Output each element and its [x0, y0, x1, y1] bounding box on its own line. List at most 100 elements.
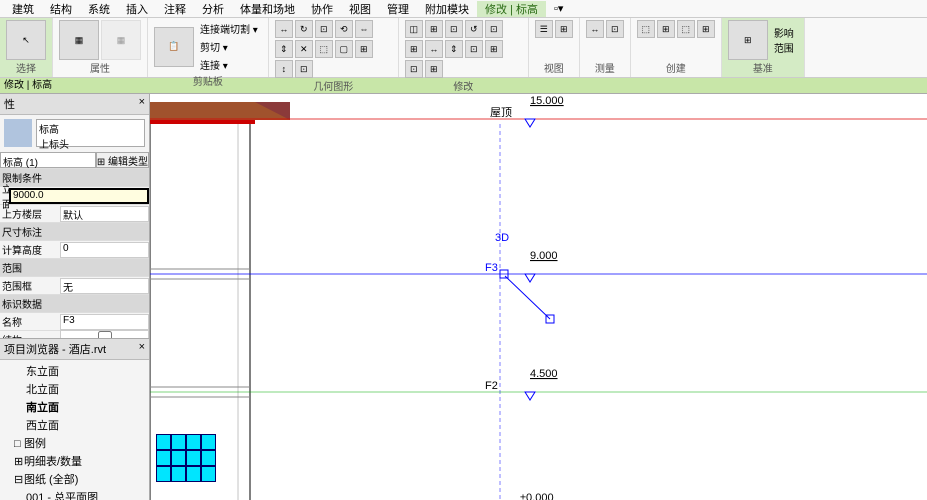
- menu-item[interactable]: 体量和场地: [232, 1, 303, 17]
- tool-icon[interactable]: ↔: [275, 20, 293, 38]
- tool-icon[interactable]: ⇕: [445, 40, 463, 58]
- menu-item[interactable]: 系统: [80, 1, 118, 17]
- tool-icon[interactable]: ⊞: [697, 20, 715, 38]
- properties-icon[interactable]: ▦: [59, 20, 99, 60]
- menu-item[interactable]: 视图: [341, 1, 379, 17]
- tool-icon[interactable]: ⇕: [275, 40, 293, 58]
- tool-icon[interactable]: ⊡: [315, 20, 333, 38]
- cut-button[interactable]: 剪切 ▾: [196, 38, 262, 55]
- ribbon-group-properties: ▦ ▦ 属性: [53, 18, 148, 77]
- paste-icon[interactable]: 📋: [154, 27, 194, 67]
- legend-preview[interactable]: [156, 434, 216, 482]
- tool-icon[interactable]: ▢: [335, 40, 353, 58]
- ribbon-label: 剪贴板: [154, 73, 262, 88]
- tool-icon[interactable]: ☰: [535, 20, 553, 38]
- tree-item[interactable]: 001 - 总平面图: [2, 488, 147, 500]
- tool-icon[interactable]: ⊞: [657, 20, 675, 38]
- tree-item-active[interactable]: 南立面: [2, 398, 147, 416]
- menu-item[interactable]: 建筑: [4, 1, 42, 17]
- menu-item[interactable]: 附加模块: [417, 1, 477, 17]
- ribbon-label: 创建: [637, 60, 715, 75]
- menu-item[interactable]: 管理: [379, 1, 417, 17]
- properties-title-bar[interactable]: 性 ×: [0, 94, 149, 115]
- level-3d-toggle[interactable]: 3D: [495, 232, 509, 244]
- elevation-input[interactable]: [9, 188, 149, 204]
- menu-item[interactable]: 分析: [194, 1, 232, 17]
- ribbon-group-view: ☰ ⊞ 视图: [529, 18, 580, 77]
- prop-label: 名称: [0, 314, 60, 329]
- tool-icon[interactable]: ⊞: [555, 20, 573, 38]
- menu-item[interactable]: 协作: [303, 1, 341, 17]
- tool-icon[interactable]: ↻: [295, 20, 313, 38]
- close-icon[interactable]: ×: [139, 96, 145, 112]
- tree-item[interactable]: 东立面: [2, 362, 147, 380]
- tool-icon[interactable]: ↕: [275, 60, 293, 78]
- ribbon-label: 修改: [405, 78, 522, 93]
- expand-icon[interactable]: ⊟: [14, 473, 24, 486]
- ribbon-group-measure: ↔ ⊡ 测量: [580, 18, 631, 77]
- ribbon-group-modify: ◫ ⊞ ⊡ ↺ ⊡ ⊞ ↔ ⇕ ⊡ ⊞ ⊡ ⊞ 修改: [399, 18, 529, 77]
- menu-item-active[interactable]: 修改 | 标高: [477, 1, 546, 17]
- tool-icon[interactable]: ⊞: [485, 40, 503, 58]
- tool-icon[interactable]: ⊡: [465, 40, 483, 58]
- modify-tool-icon[interactable]: ↖: [6, 20, 46, 60]
- join-button[interactable]: 连接 ▾: [196, 56, 262, 73]
- tool-icon[interactable]: ◫: [405, 20, 423, 38]
- cope-button[interactable]: 连接端切割 ▾: [196, 20, 262, 37]
- close-icon[interactable]: ×: [139, 341, 145, 357]
- menu-item[interactable]: 插入: [118, 1, 156, 17]
- tree-item[interactable]: 北立面: [2, 380, 147, 398]
- type-properties-icon[interactable]: ▦: [101, 20, 141, 60]
- tool-icon[interactable]: ⊡: [606, 20, 624, 38]
- propagate-extents-icon[interactable]: ⊞: [728, 20, 768, 60]
- level-marker-icon: [525, 392, 535, 400]
- tool-icon[interactable]: ⊡: [295, 60, 313, 78]
- menu-item[interactable]: 注释: [156, 1, 194, 17]
- drag-indicator: [505, 276, 550, 319]
- ribbon-label: 基准: [728, 60, 798, 75]
- tool-icon[interactable]: ⊡: [405, 60, 423, 78]
- menu-overflow-icon[interactable]: ▫▾: [546, 2, 571, 15]
- computation-height-value[interactable]: 0: [60, 242, 149, 258]
- tree-item[interactable]: ⊟图纸 (全部): [2, 470, 147, 488]
- name-value[interactable]: F3: [60, 314, 149, 330]
- tool-icon[interactable]: ⊞: [425, 60, 443, 78]
- ribbon-group-datum: ⊞ 影响 范围 基准: [722, 18, 805, 77]
- browser-tree: 东立面 北立面 南立面 西立面 □图例 ⊞明细表/数量 ⊟图纸 (全部) 001…: [0, 360, 149, 500]
- tool-icon[interactable]: ↔: [425, 40, 443, 58]
- level-value: 15.000: [530, 95, 564, 107]
- tool-icon[interactable]: ⟲: [335, 20, 353, 38]
- ribbon-label: 测量: [586, 60, 624, 75]
- tree-item[interactable]: ⊞明细表/数量: [2, 452, 147, 470]
- tool-icon[interactable]: ⊞: [355, 40, 373, 58]
- tree-item[interactable]: □图例: [2, 434, 147, 452]
- drawing-canvas[interactable]: 屋顶 15.000 F3 9.000 3D F2 4.500 ±0.000: [150, 94, 927, 500]
- menu-item[interactable]: 结构: [42, 1, 80, 17]
- tool-icon[interactable]: ⊞: [425, 20, 443, 38]
- level-marker-icon: [525, 119, 535, 127]
- expand-icon[interactable]: ⊞: [14, 455, 24, 468]
- tool-icon[interactable]: ⬚: [315, 40, 333, 58]
- browser-title-bar[interactable]: 项目浏览器 - 酒店.rvt ×: [0, 339, 149, 360]
- tool-icon[interactable]: ⊡: [485, 20, 503, 38]
- tool-icon[interactable]: ↺: [465, 20, 483, 38]
- tool-icon[interactable]: ⇔: [355, 20, 373, 38]
- instance-filter[interactable]: 标高 (1): [0, 152, 96, 168]
- tool-icon[interactable]: ⊞: [405, 40, 423, 58]
- level-value: 9.000: [530, 250, 558, 262]
- type-selector[interactable]: 标高 上标头: [36, 119, 145, 147]
- tool-icon[interactable]: ↔: [586, 20, 604, 38]
- tree-item[interactable]: 西立面: [2, 416, 147, 434]
- edit-type-button[interactable]: ⊞ 编辑类型: [96, 152, 149, 168]
- ribbon: ↖ 选择 ▦ ▦ 属性 📋 连接端切割 ▾ 剪切 ▾ 连接 ▾ 剪贴板 ↔ ↻ …: [0, 18, 927, 78]
- scope-box-value[interactable]: 无: [60, 278, 149, 294]
- tool-icon[interactable]: ⊡: [445, 20, 463, 38]
- ribbon-group-create: ⬚ ⊞ ⬚ ⊞ 创建: [631, 18, 722, 77]
- tool-icon[interactable]: ⬚: [677, 20, 695, 38]
- tool-icon[interactable]: ✕: [295, 40, 313, 58]
- level-value: 4.500: [530, 368, 558, 380]
- tool-icon[interactable]: ⬚: [637, 20, 655, 38]
- ribbon-label: 几何图形: [275, 78, 392, 93]
- expand-icon[interactable]: □: [14, 438, 24, 450]
- story-above-value[interactable]: 默认: [60, 206, 149, 222]
